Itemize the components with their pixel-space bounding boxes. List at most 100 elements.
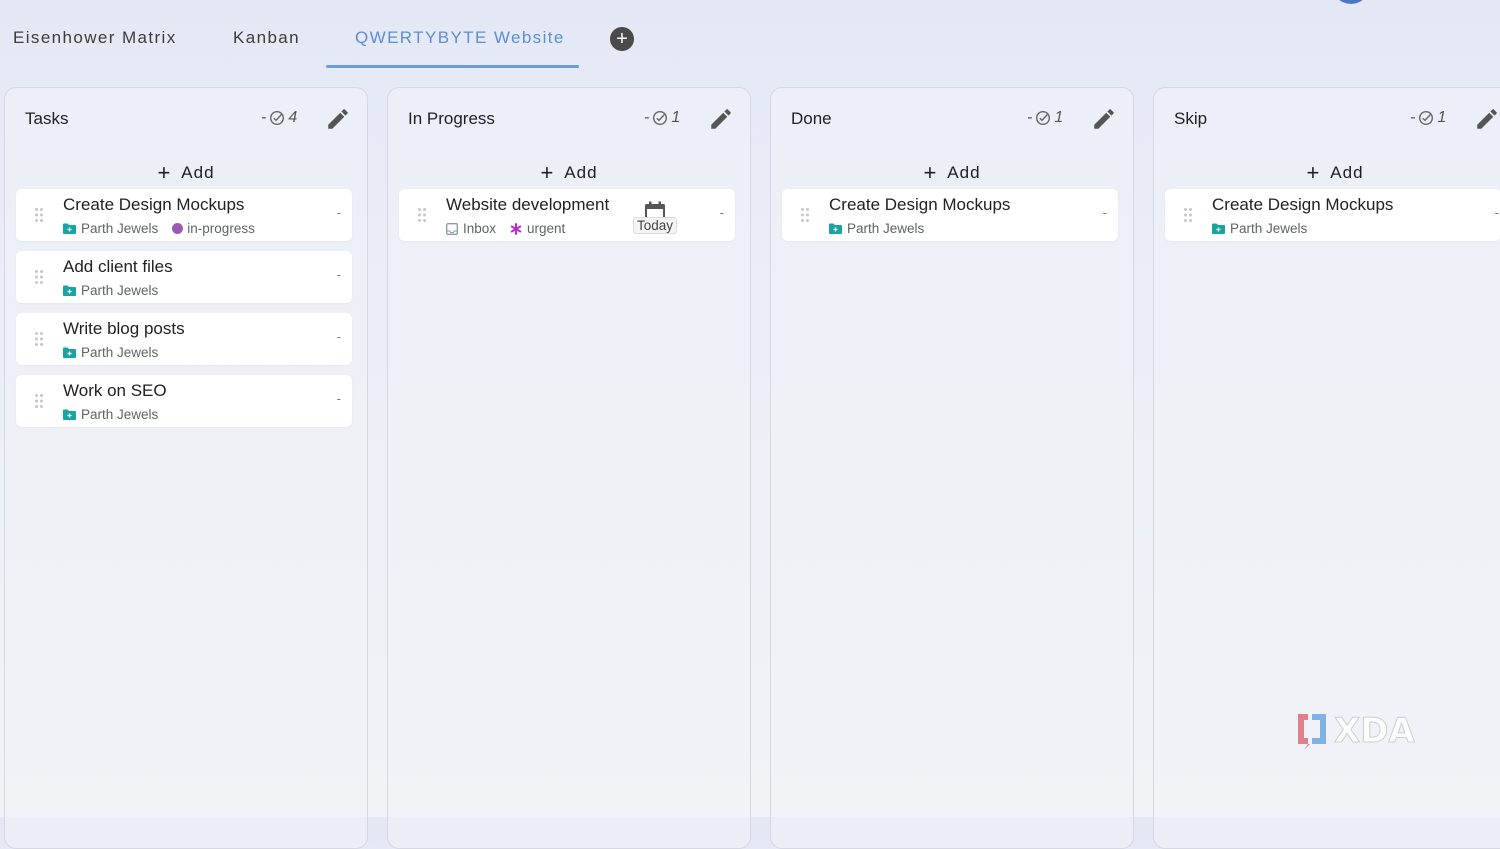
count-value: 4 xyxy=(288,109,298,126)
plus-icon: + xyxy=(1306,160,1321,185)
more-indicator[interactable]: - xyxy=(337,205,341,220)
add-label: Add xyxy=(947,163,981,182)
count-prefix: - xyxy=(644,109,650,126)
pencil-icon[interactable] xyxy=(1091,106,1117,132)
svg-text:XDA: XDA xyxy=(1334,711,1415,751)
count-prefix: - xyxy=(1410,109,1416,126)
count-prefix: - xyxy=(1027,109,1033,126)
drag-handle-icon[interactable] xyxy=(800,207,810,223)
check-circle-icon xyxy=(653,110,668,126)
task-title: Work on SEO xyxy=(63,381,167,400)
pencil-icon[interactable] xyxy=(325,106,351,132)
tag-label: in-progress xyxy=(187,221,255,236)
project-label: Parth Jewels xyxy=(81,283,159,298)
project-label: Parth Jewels xyxy=(81,345,159,360)
task-meta: Parth Jewels in-progress xyxy=(63,221,269,236)
folder-icon xyxy=(63,409,76,420)
project-label: Parth Jewels xyxy=(847,221,925,236)
count-value: 1 xyxy=(1054,109,1064,126)
column-title: Done xyxy=(791,109,832,128)
task-title: Create Design Mockups xyxy=(829,195,1011,214)
column-count: - 1 xyxy=(644,109,680,127)
folder-icon xyxy=(63,347,76,358)
more-indicator[interactable]: - xyxy=(1103,205,1107,220)
project-label: Parth Jewels xyxy=(1230,221,1308,236)
more-indicator[interactable]: - xyxy=(1495,205,1499,220)
asterisk-icon xyxy=(510,222,522,235)
task-title: Website development xyxy=(446,195,610,214)
task-title: Create Design Mockups xyxy=(1212,195,1394,214)
task-card[interactable]: Create Design Mockups Parth Jewels - xyxy=(1165,189,1500,241)
task-title: Create Design Mockups xyxy=(63,195,245,214)
count-prefix: - xyxy=(261,109,267,126)
drag-handle-icon[interactable] xyxy=(417,207,427,223)
task-meta: Parth Jewels xyxy=(1212,221,1321,236)
check-circle-icon xyxy=(1036,110,1051,126)
column-title: Skip xyxy=(1174,109,1208,128)
column-done: Done - 1 + Add Create Design Mockups Part… xyxy=(770,87,1134,849)
avatar[interactable] xyxy=(1332,0,1370,4)
column-tasks: Tasks - 4 + Add Create Design Mockups Par… xyxy=(4,87,368,849)
column-count: - 1 xyxy=(1410,109,1446,127)
drag-handle-icon[interactable] xyxy=(34,207,44,223)
add-task-button[interactable]: + Add xyxy=(5,158,367,185)
column-title: Tasks xyxy=(25,109,69,128)
task-meta: Inbox urgent xyxy=(446,221,579,236)
column-in-progress: In Progress - 1 + Add Website development… xyxy=(387,87,751,849)
drag-handle-icon[interactable] xyxy=(1183,207,1193,223)
column-title: In Progress xyxy=(408,109,495,128)
task-title: Add client files xyxy=(63,257,173,276)
tab-qwertybyte-website[interactable]: QWERTYBYTE Website xyxy=(355,28,565,48)
plus-icon: + xyxy=(923,160,938,185)
task-meta: Parth Jewels xyxy=(829,221,938,236)
tab-kanban[interactable]: Kanban xyxy=(233,28,300,48)
task-card[interactable]: Add client files Parth Jewels - xyxy=(16,251,352,303)
more-indicator[interactable]: - xyxy=(337,267,341,282)
task-meta: Parth Jewels xyxy=(63,345,172,360)
inbox-icon xyxy=(446,222,458,235)
add-task-button[interactable]: + Add xyxy=(1154,158,1500,185)
folder-icon xyxy=(1212,223,1225,234)
count-value: 1 xyxy=(671,109,681,126)
task-meta: Parth Jewels xyxy=(63,407,172,422)
tag-dot-icon xyxy=(172,223,184,234)
more-indicator[interactable]: - xyxy=(337,391,341,406)
task-title: Write blog posts xyxy=(63,319,185,338)
count-value: 1 xyxy=(1437,109,1447,126)
project-label: Parth Jewels xyxy=(81,221,159,236)
add-tab-button[interactable]: + xyxy=(610,27,634,51)
add-task-button[interactable]: + Add xyxy=(388,158,750,185)
add-label: Add xyxy=(1330,163,1364,182)
folder-icon xyxy=(63,285,76,296)
pencil-icon[interactable] xyxy=(708,106,734,132)
pencil-icon[interactable] xyxy=(1474,106,1500,132)
plus-icon: + xyxy=(540,160,555,185)
drag-handle-icon[interactable] xyxy=(34,269,44,285)
tab-eisenhower-matrix[interactable]: Eisenhower Matrix xyxy=(13,28,177,48)
drag-handle-icon[interactable] xyxy=(34,393,44,409)
more-indicator[interactable]: - xyxy=(337,329,341,344)
add-label: Add xyxy=(564,163,598,182)
active-tab-indicator xyxy=(326,65,579,68)
due-label: Today xyxy=(633,217,678,234)
folder-icon xyxy=(63,223,76,234)
tag-label: urgent xyxy=(527,221,566,236)
check-circle-icon xyxy=(270,110,285,126)
check-circle-icon xyxy=(1419,110,1434,126)
drag-handle-icon[interactable] xyxy=(34,331,44,347)
tab-bar: Eisenhower Matrix Kanban QWERTYBYTE Webs… xyxy=(0,0,1500,70)
project-label: Inbox xyxy=(463,221,497,236)
task-card[interactable]: Create Design Mockups Parth Jewels - xyxy=(782,189,1118,241)
plus-icon: + xyxy=(157,160,172,185)
task-card[interactable]: Website development Inbox urgent Today - xyxy=(399,189,735,241)
due-date[interactable]: Today xyxy=(633,201,678,234)
task-card[interactable]: Work on SEO Parth Jewels - xyxy=(16,375,352,427)
add-task-button[interactable]: + Add xyxy=(771,158,1133,185)
column-count: - 4 xyxy=(261,109,297,127)
more-indicator[interactable]: - xyxy=(720,205,724,220)
task-card[interactable]: Write blog posts Parth Jewels - xyxy=(16,313,352,365)
task-card[interactable]: Create Design Mockups Parth Jewels in-pr… xyxy=(16,189,352,241)
folder-icon xyxy=(829,223,842,234)
column-count: - 1 xyxy=(1027,109,1063,127)
project-label: Parth Jewels xyxy=(81,407,159,422)
